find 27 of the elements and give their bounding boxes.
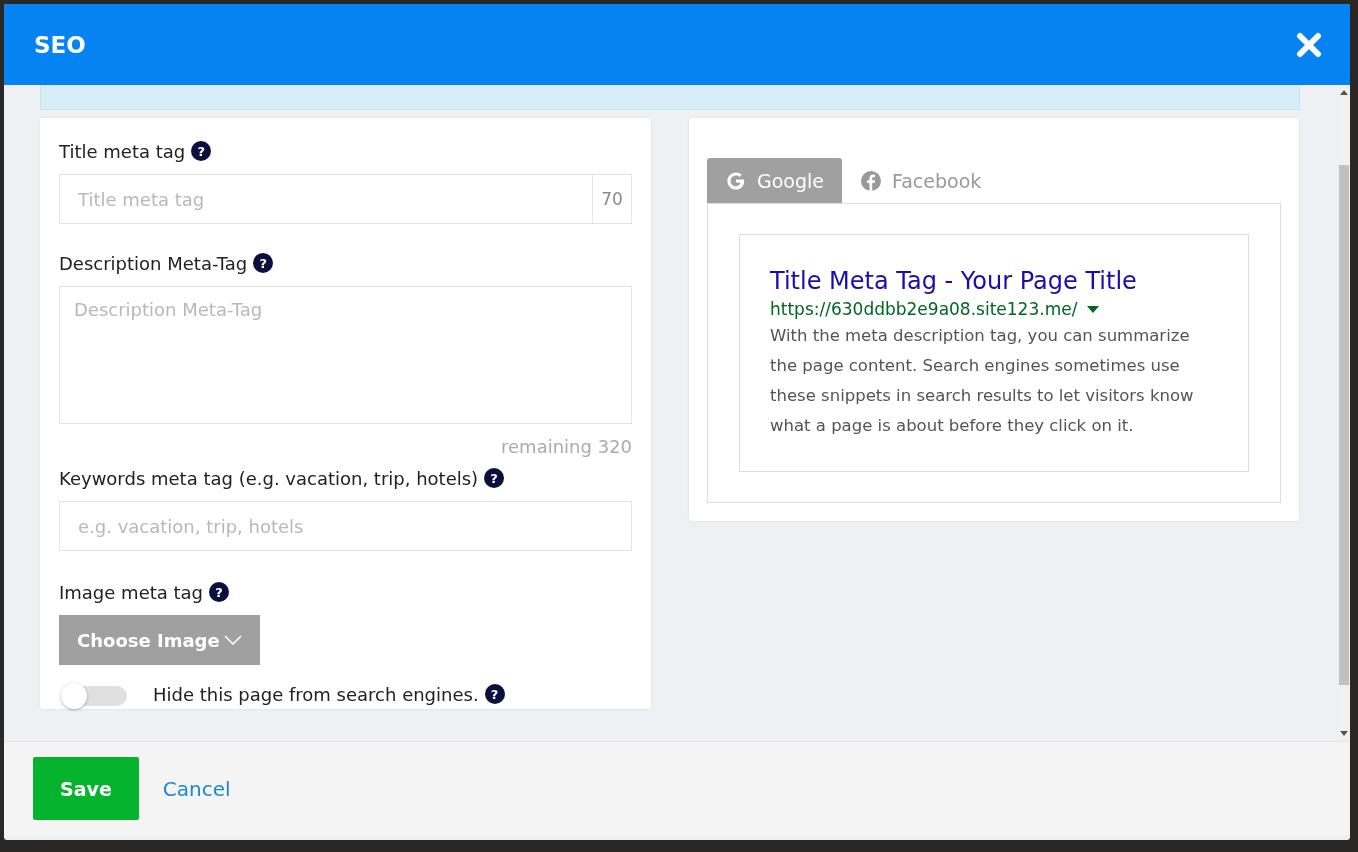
result-description: With the meta description tag, you can summarize the page content. Search engines sometimes use these snippets in search results to let visitors know what a page is about before they click on it. [770,325,1195,437]
google-icon [725,169,747,192]
keywords-input-field[interactable]: e.g. vacation, trip, hotels [59,501,632,551]
cancel-link[interactable]: Cancel [162,776,231,801]
toggle-label: Hide this page from search engines. [153,683,479,705]
title-input-field[interactable]: Title meta tag [59,174,592,224]
character-counter: 70 [592,174,632,224]
description-input-field[interactable]: Description Meta-Tag [59,286,632,424]
close-icon[interactable] [1296,31,1322,58]
field-label: Title meta tag [59,140,186,162]
help-icon[interactable]: ? [191,141,212,161]
help-icon[interactable]: ? [484,684,505,704]
scroll-down-icon[interactable] [1340,731,1348,737]
field-label: Keywords meta tag (e.g. vacation, trip, hotels) [59,467,479,489]
remaining-counter: remaining 320 [501,436,632,457]
help-icon[interactable]: ? [484,468,505,488]
result-url: https://630ddbb2e9a08.site123.me/ [770,299,1078,319]
result-title: Title Meta Tag - Your Page Title [770,267,1138,295]
dialog-title: SEO [34,31,86,58]
caret-icon[interactable] [1087,305,1100,313]
help-icon[interactable]: ? [209,582,230,602]
field-label: Image meta tag [59,581,204,603]
scroll-up-icon[interactable] [1340,89,1348,95]
facebook-icon [860,169,882,192]
field-label: Description Meta-Tag [59,252,248,274]
chevron-down-icon [223,635,242,645]
help-icon[interactable]: ? [253,253,274,273]
